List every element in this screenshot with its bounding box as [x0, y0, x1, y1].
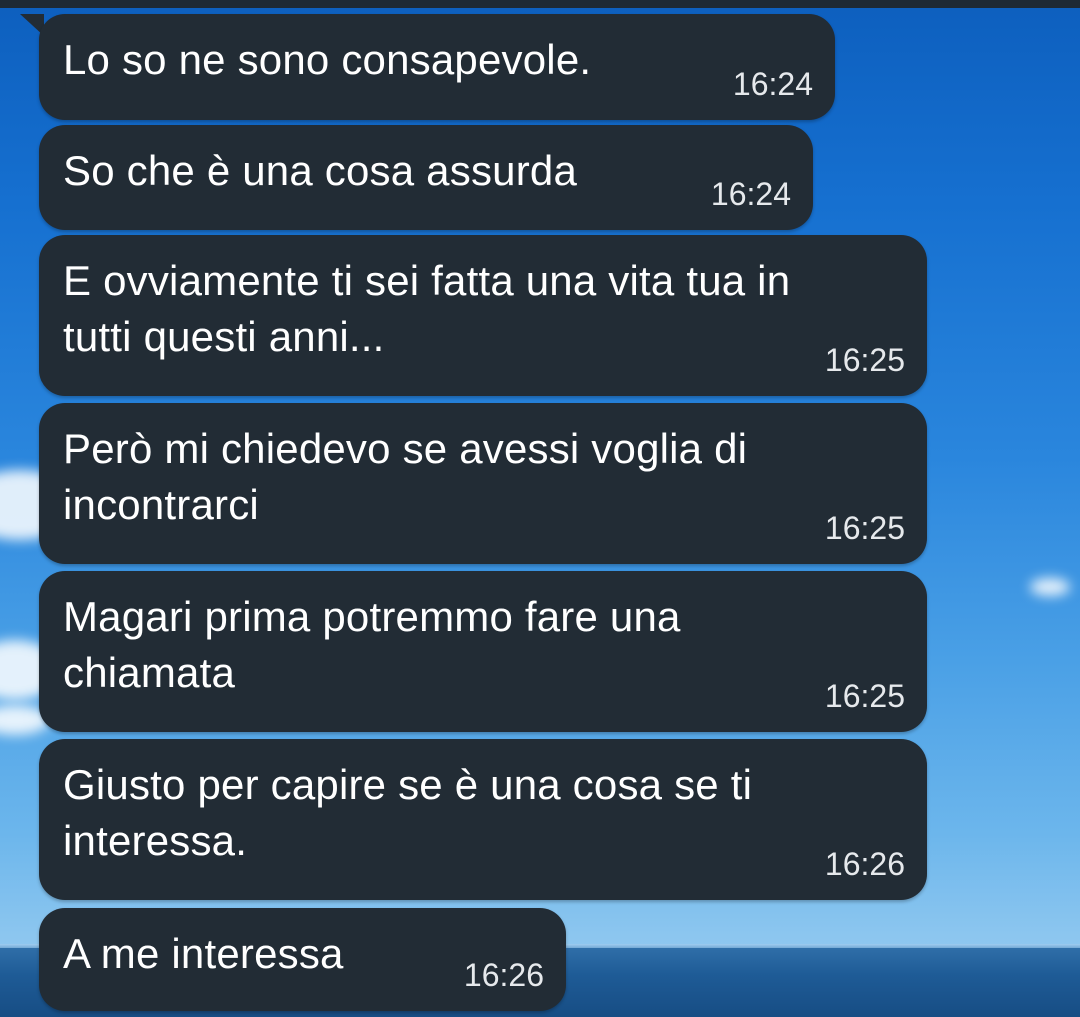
message-bubble[interactable]: A me interessa 16:26 [39, 908, 566, 1011]
message-text: E ovviamente ti sei fatta una vita tua i… [63, 257, 791, 360]
message-bubble[interactable]: Però mi chiedevo se avessi voglia di inc… [39, 403, 927, 564]
message-bubble[interactable]: So che è una cosa assurda 16:24 [39, 125, 813, 230]
message-time: 16:26 [824, 846, 905, 882]
message-bubble[interactable]: Giusto per capire se è una cosa se ti in… [39, 739, 927, 900]
message-text: Magari prima potremmo fare una chiamata [63, 593, 681, 696]
message-text: So che è una cosa assurda [63, 147, 578, 194]
message-time: 16:25 [824, 678, 905, 714]
message-text: A me interessa [63, 930, 344, 977]
cloud-right [1030, 578, 1070, 596]
message-time: 16:24 [732, 66, 813, 102]
message-bubble[interactable]: Lo so ne sono consapevole. 16:24 [39, 14, 835, 120]
message-text: Giusto per capire se è una cosa se ti in… [63, 761, 753, 864]
message-text: Però mi chiedevo se avessi voglia di inc… [63, 425, 748, 528]
message-bubble[interactable]: Magari prima potremmo fare una chiamata … [39, 571, 927, 732]
message-bubble[interactable]: E ovviamente ti sei fatta una vita tua i… [39, 235, 927, 396]
message-time: 16:25 [824, 342, 905, 378]
message-text: Lo so ne sono consapevole. [63, 36, 592, 83]
message-time: 16:24 [710, 176, 791, 212]
message-time: 16:25 [824, 510, 905, 546]
top-bar [0, 0, 1080, 8]
chat-screen: Lo so ne sono consapevole. 16:24 So che … [0, 0, 1080, 1017]
message-time: 16:26 [463, 957, 544, 993]
